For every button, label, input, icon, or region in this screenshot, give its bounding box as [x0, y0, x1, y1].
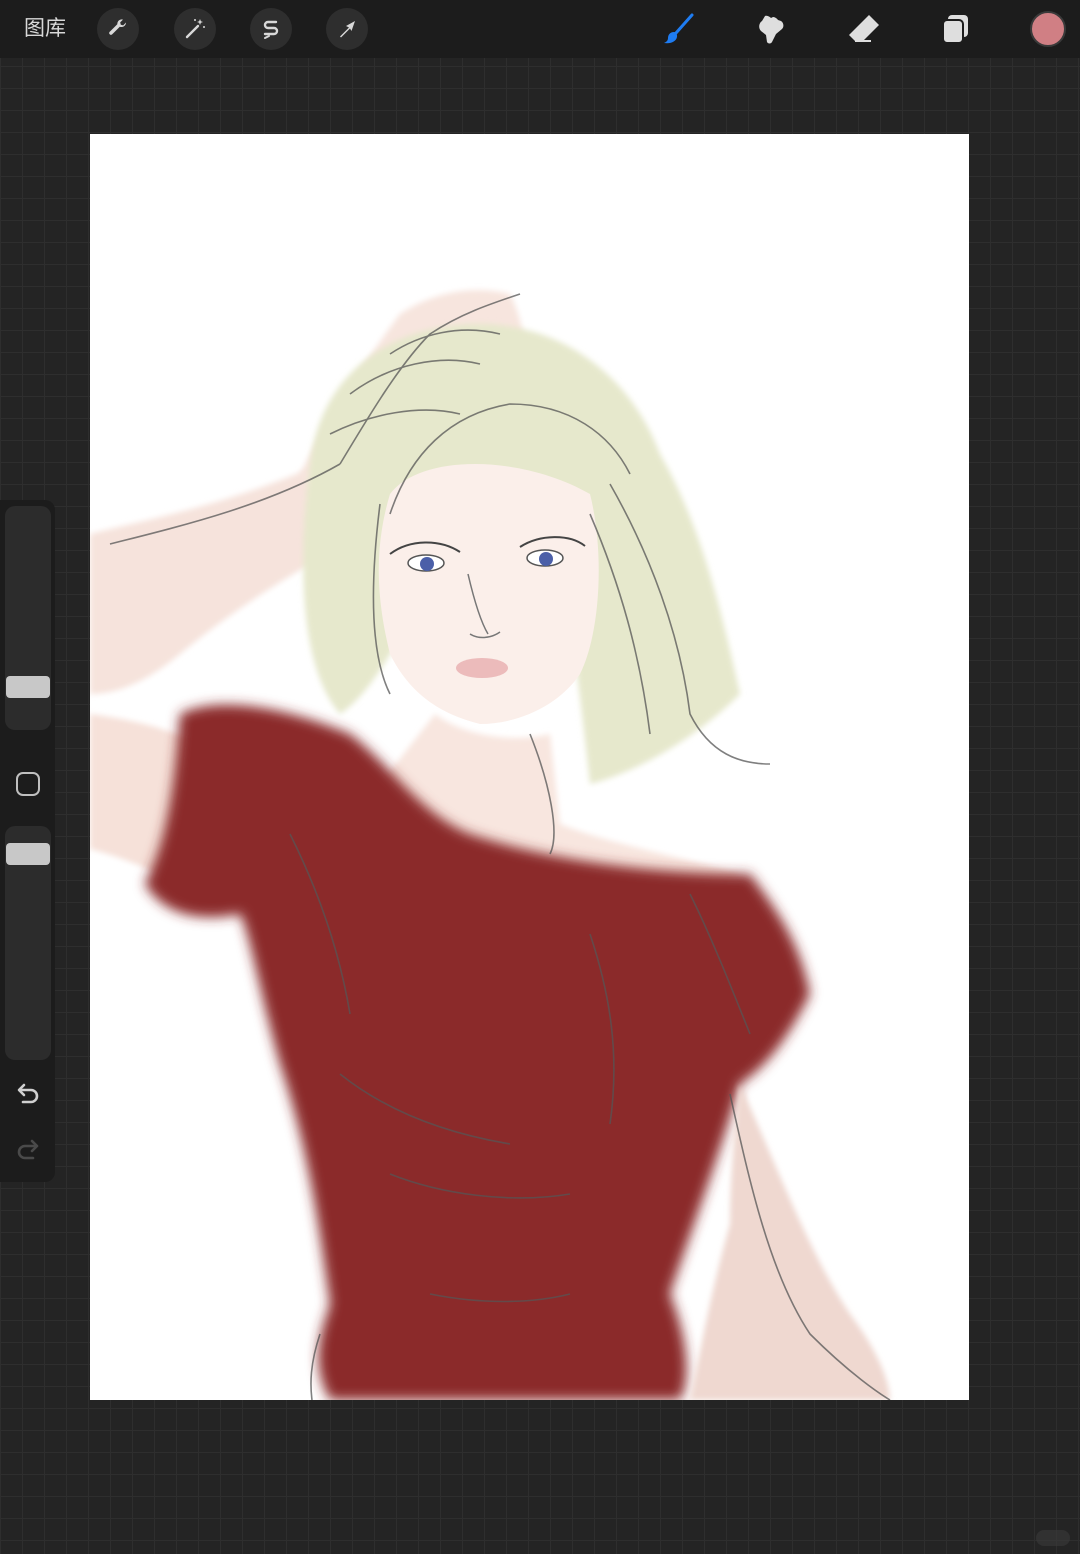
redo-icon[interactable]: [14, 1136, 42, 1164]
undo-icon[interactable]: [14, 1080, 42, 1108]
modify-button[interactable]: [16, 772, 40, 796]
gallery-button[interactable]: 图库: [24, 14, 66, 42]
selection-s-icon: [263, 20, 279, 39]
adjustments-button[interactable]: [174, 8, 216, 50]
layers-icon: [942, 15, 968, 44]
wrench-icon: [109, 19, 127, 35]
selection-button[interactable]: [250, 8, 292, 50]
face: [378, 464, 599, 724]
brush-icon: [664, 13, 694, 44]
opacity-thumb[interactable]: [6, 842, 50, 865]
actions-button[interactable]: [97, 8, 139, 50]
brush-size-thumb[interactable]: [6, 675, 50, 698]
top-toolbar: 图库: [0, 0, 1080, 58]
transform-button[interactable]: [326, 8, 368, 50]
layers-button[interactable]: [938, 11, 974, 47]
smudge-tool-button[interactable]: [754, 11, 790, 47]
lips: [456, 658, 508, 678]
watermark: [1036, 1530, 1070, 1546]
eraser-tool-button[interactable]: [846, 11, 882, 47]
smudge-icon: [759, 15, 784, 44]
drawing-canvas[interactable]: [90, 134, 969, 1400]
brush-tool-button[interactable]: [661, 11, 697, 47]
artwork-portrait: [90, 290, 891, 1400]
arrow-cursor-icon: [340, 21, 355, 38]
magic-wand-icon: [185, 19, 205, 39]
eraser-icon: [849, 15, 879, 42]
color-picker-button[interactable]: [1030, 11, 1066, 47]
